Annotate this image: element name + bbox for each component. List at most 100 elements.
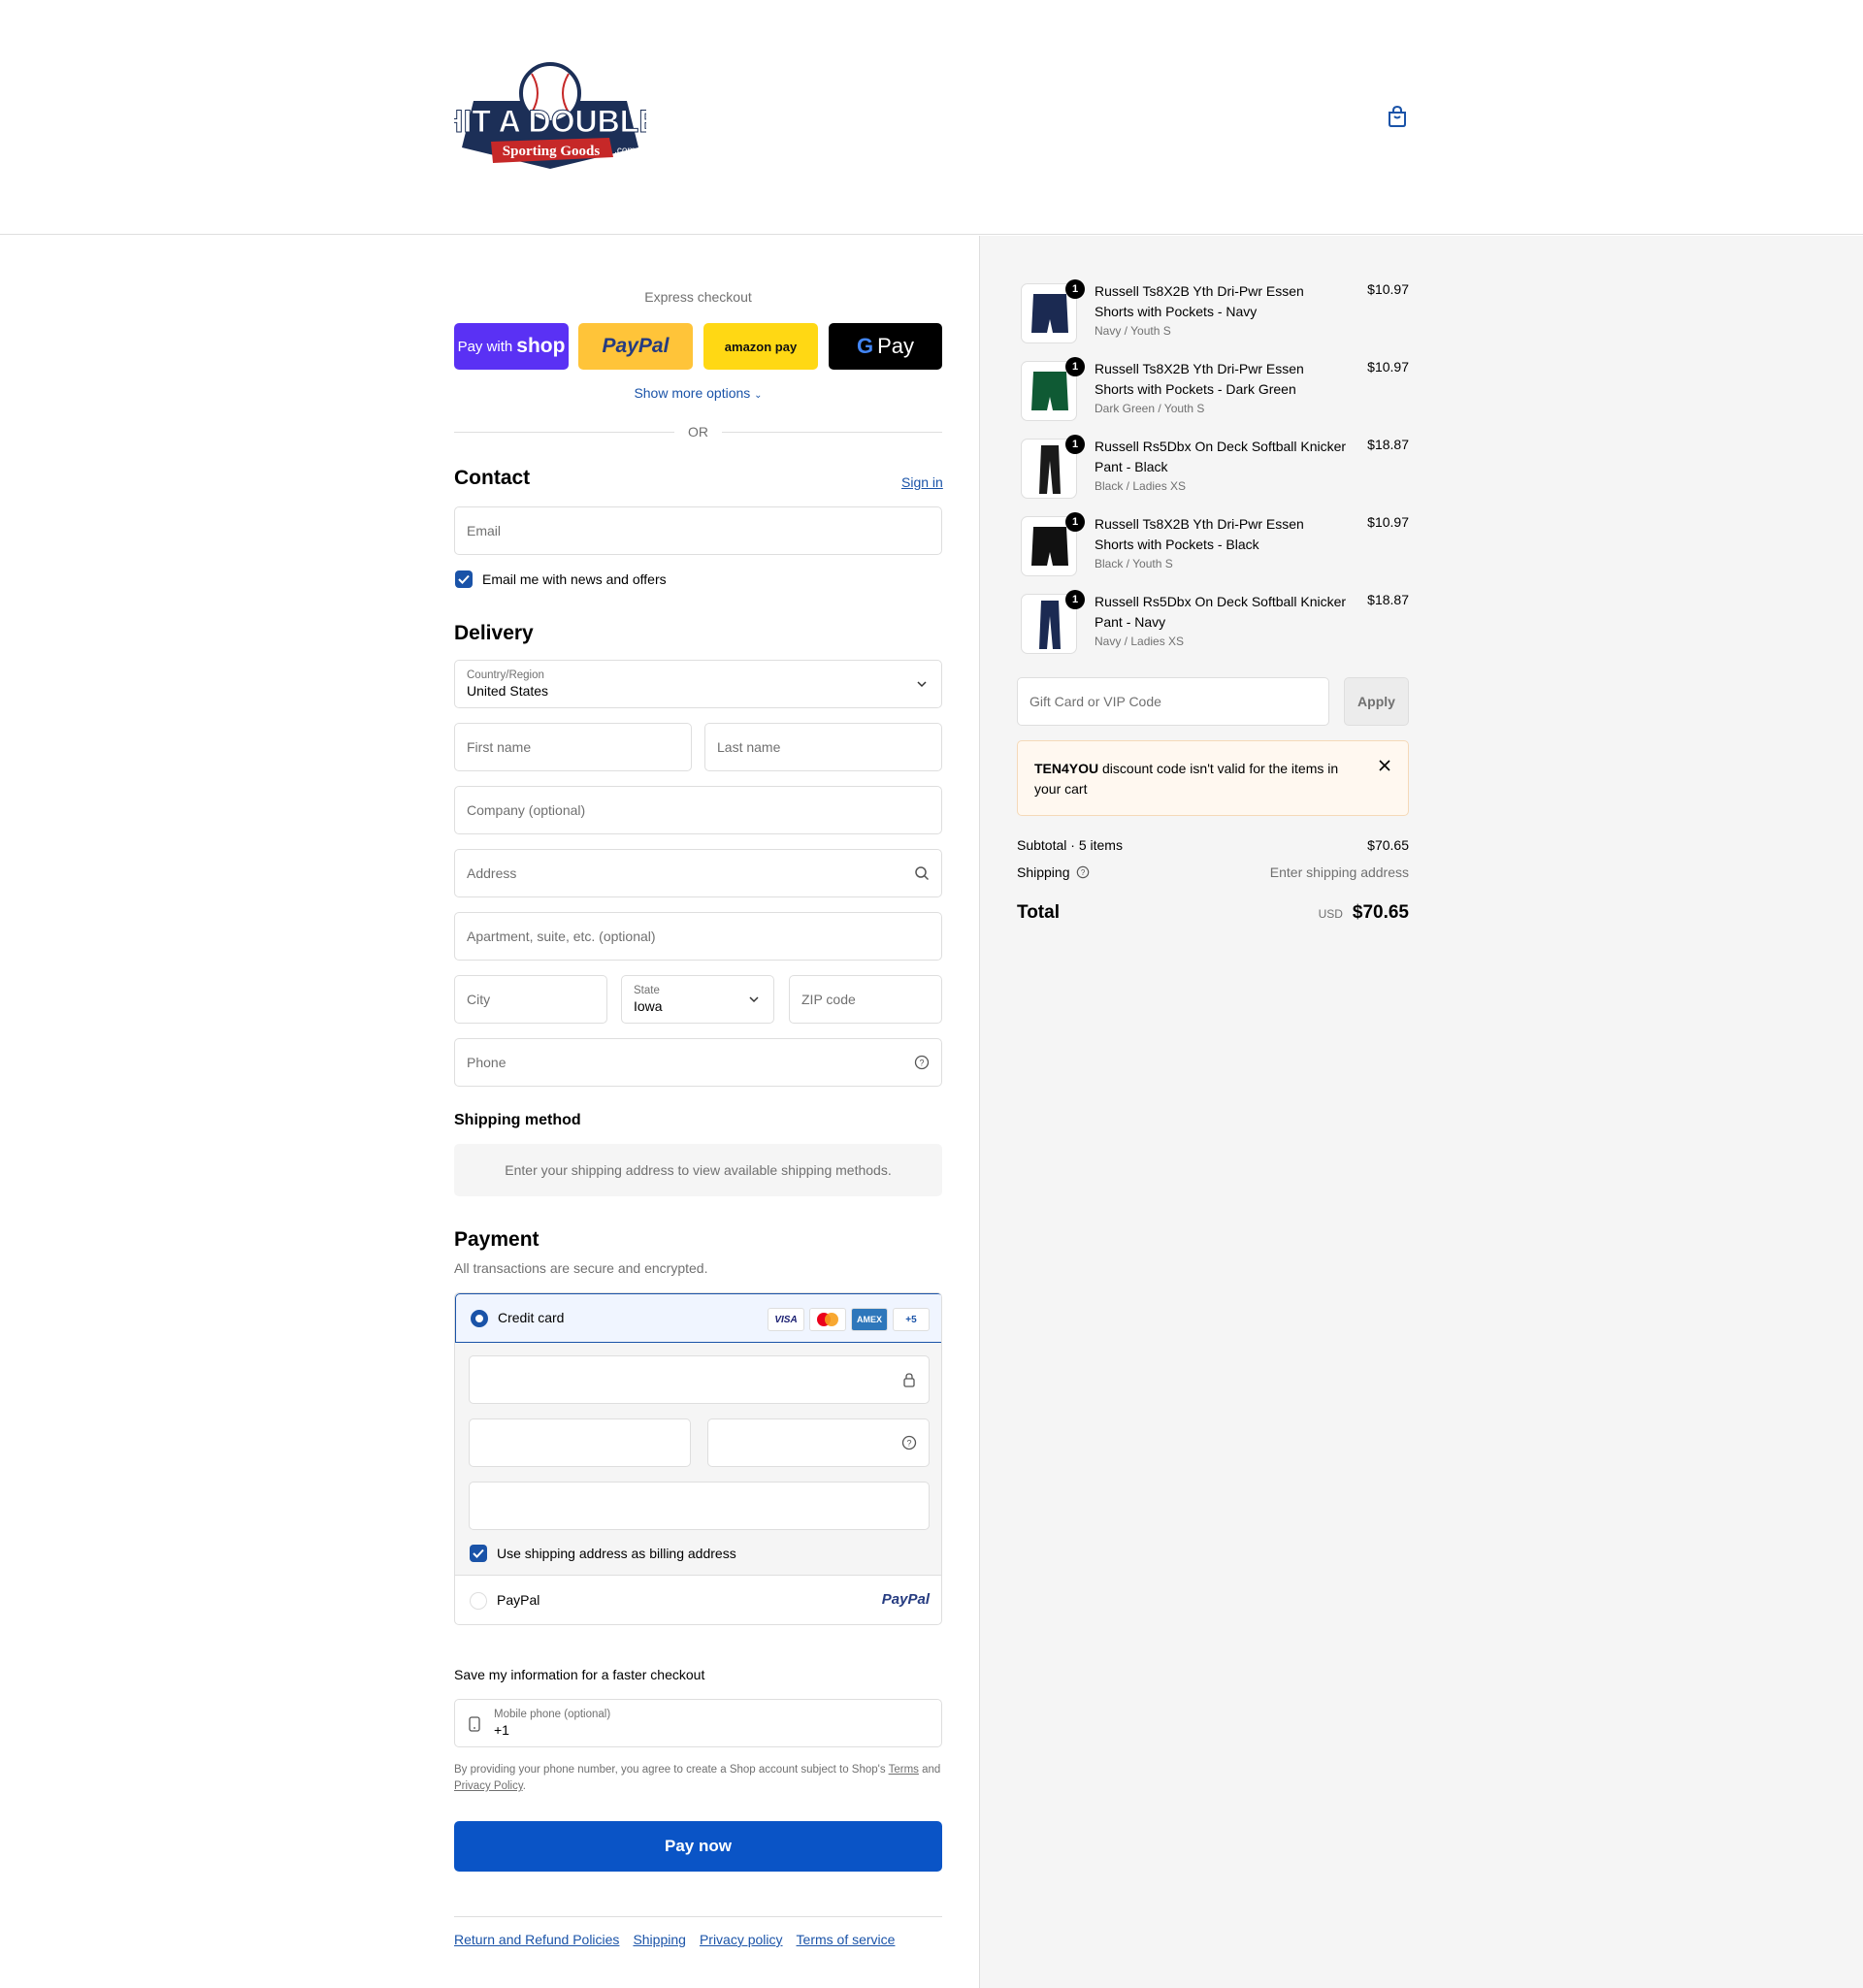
product-name: Russell Ts8X2B Yth Dri-Pwr Essen Shorts … [1095,361,1304,397]
help-icon[interactable]: ? [901,1435,917,1450]
quantity-badge: 1 [1065,590,1085,609]
apartment-field[interactable]: Apartment, suite, etc. (optional) [454,912,942,961]
shop-pay-button[interactable]: Pay with shop [454,323,569,370]
express-checkout-label: Express checkout [644,289,752,305]
zip-field[interactable]: ZIP code [789,975,942,1024]
privacy-policy-link[interactable]: Privacy Policy [454,1780,523,1792]
contact-heading: Contact [454,467,531,489]
refund-policy-link[interactable]: Return and Refund Policies [454,1932,619,1947]
pay-now-button[interactable]: Pay now [454,1821,942,1872]
quantity-badge: 1 [1065,435,1085,454]
card-details-form: ? Use shipping address as billing addres… [455,1343,941,1576]
cart-icon[interactable] [1387,105,1408,128]
first-name-field[interactable]: First name [454,723,692,771]
apply-button[interactable]: Apply [1344,677,1409,726]
product-name: Russell Ts8X2B Yth Dri-Pwr Essen Shorts … [1095,283,1304,319]
state-select[interactable]: State Iowa [621,975,774,1024]
help-icon[interactable]: ? [1076,865,1090,879]
credit-card-radio[interactable] [471,1310,488,1327]
chevron-down-icon: ⌄ [754,390,763,401]
name-on-card-field[interactable] [469,1482,930,1530]
card-number-field[interactable] [469,1355,930,1404]
payment-methods: Credit card VISA AMEX +5 ? Use shipping … [454,1292,942,1625]
amazon-pay-button[interactable]: amazon pay [703,323,818,370]
sign-in-link[interactable]: Sign in [901,474,943,490]
discount-error-alert: TEN4YOU discount code isn't valid for th… [1017,740,1409,816]
paypal-option[interactable]: PayPal PayPal [455,1576,941,1624]
mobile-phone-icon [469,1716,480,1732]
email-placeholder: Email [467,523,502,538]
google-g-icon: G [856,334,874,358]
lock-icon [903,1373,915,1387]
country-select[interactable]: Country/Region United States [454,660,942,708]
google-pay-button[interactable]: G Pay [829,323,942,370]
checkmark-icon [473,1548,484,1558]
last-name-placeholder: Last name [717,739,781,755]
paypal-logo: PayPal [881,1591,930,1608]
news-offers-checkbox[interactable] [455,570,473,588]
billing-same-checkbox[interactable] [470,1545,487,1562]
subtotal-row: Subtotal · 5 items $70.65 [1017,837,1409,853]
help-icon[interactable]: ? [914,1055,930,1070]
payment-subtitle: All transactions are secure and encrypte… [454,1260,708,1276]
last-name-field[interactable]: Last name [704,723,942,771]
close-icon[interactable] [1378,759,1391,772]
state-value: Iowa [634,998,663,1014]
terms-link[interactable]: Terms [889,1764,919,1776]
credit-card-label: Credit card [498,1310,565,1325]
disclaimer-and: and [922,1764,941,1776]
zip-placeholder: ZIP code [801,992,856,1007]
svg-text:HIT A DOUBLE: HIT A DOUBLE [454,104,646,139]
expiration-date-field[interactable] [469,1418,691,1467]
product-variant: Dark Green / Youth S [1095,402,1205,415]
show-more-options-link[interactable]: Show more options ⌄ [454,385,942,401]
city-placeholder: City [467,992,491,1007]
product-price: $18.87 [1367,437,1409,452]
shipping-value: Enter shipping address [1269,864,1409,880]
paypal-express-button[interactable]: PayPal [578,323,693,370]
mobile-phone-field[interactable]: Mobile phone (optional) +1 [454,1699,942,1747]
shipping-method-heading: Shipping method [454,1112,581,1128]
cart-item: 1 Russell Rs5Dbx On Deck Softball Knicker… [1017,590,1409,658]
product-price: $18.87 [1367,592,1409,607]
paypal-label: PayPal [497,1592,540,1608]
total-label: Total [1017,902,1060,923]
gift-card-placeholder: Gift Card or VIP Code [1030,694,1161,709]
credit-card-option[interactable]: Credit card VISA AMEX +5 [455,1293,941,1343]
email-field[interactable]: Email [454,506,942,555]
product-variant: Navy / Youth S [1095,324,1171,338]
cart-item: 1 Russell Rs5Dbx On Deck Softball Knicker… [1017,435,1409,503]
shipping-policy-link[interactable]: Shipping [633,1932,686,1947]
amazon-pay-logo: amazon pay [724,339,798,354]
svg-text:.com: .com [614,146,636,156]
quantity-badge: 1 [1065,357,1085,376]
gift-card-field[interactable]: Gift Card or VIP Code [1017,677,1329,726]
disclaimer-text: By providing your phone number, you agre… [454,1764,886,1776]
discount-code: TEN4YOU [1034,761,1099,776]
paypal-radio[interactable] [470,1592,487,1610]
store-logo[interactable]: HIT A DOUBLE Sporting Goods .com [454,60,646,173]
address-field[interactable]: Address [454,849,942,897]
shipping-method-message: Enter your shipping address to view avai… [454,1144,942,1196]
city-field[interactable]: City [454,975,607,1024]
phone-field[interactable]: Phone ? [454,1038,942,1087]
privacy-policy-footer-link[interactable]: Privacy policy [700,1932,783,1947]
header: HIT A DOUBLE Sporting Goods .com [0,0,1863,235]
google-pay-label: Pay [877,334,915,358]
footer-divider [454,1916,942,1917]
show-more-label: Show more options [634,385,751,401]
company-field[interactable]: Company (optional) [454,786,942,834]
terms-of-service-link[interactable]: Terms of service [797,1932,896,1947]
chevron-down-icon [917,681,927,688]
product-name: Russell Rs5Dbx On Deck Softball Knicker … [1095,594,1347,630]
subtotal-label: Subtotal · 5 items [1017,837,1123,853]
or-divider: OR [454,422,942,441]
security-code-field[interactable]: ? [707,1418,930,1467]
product-price: $10.97 [1367,514,1409,530]
first-name-placeholder: First name [467,739,532,755]
news-offers-label: Email me with news and offers [482,571,667,587]
company-placeholder: Company (optional) [467,802,586,818]
shipping-label: Shipping [1017,864,1070,880]
mastercard-icon [809,1308,846,1331]
total-value: $70.65 [1352,902,1409,923]
